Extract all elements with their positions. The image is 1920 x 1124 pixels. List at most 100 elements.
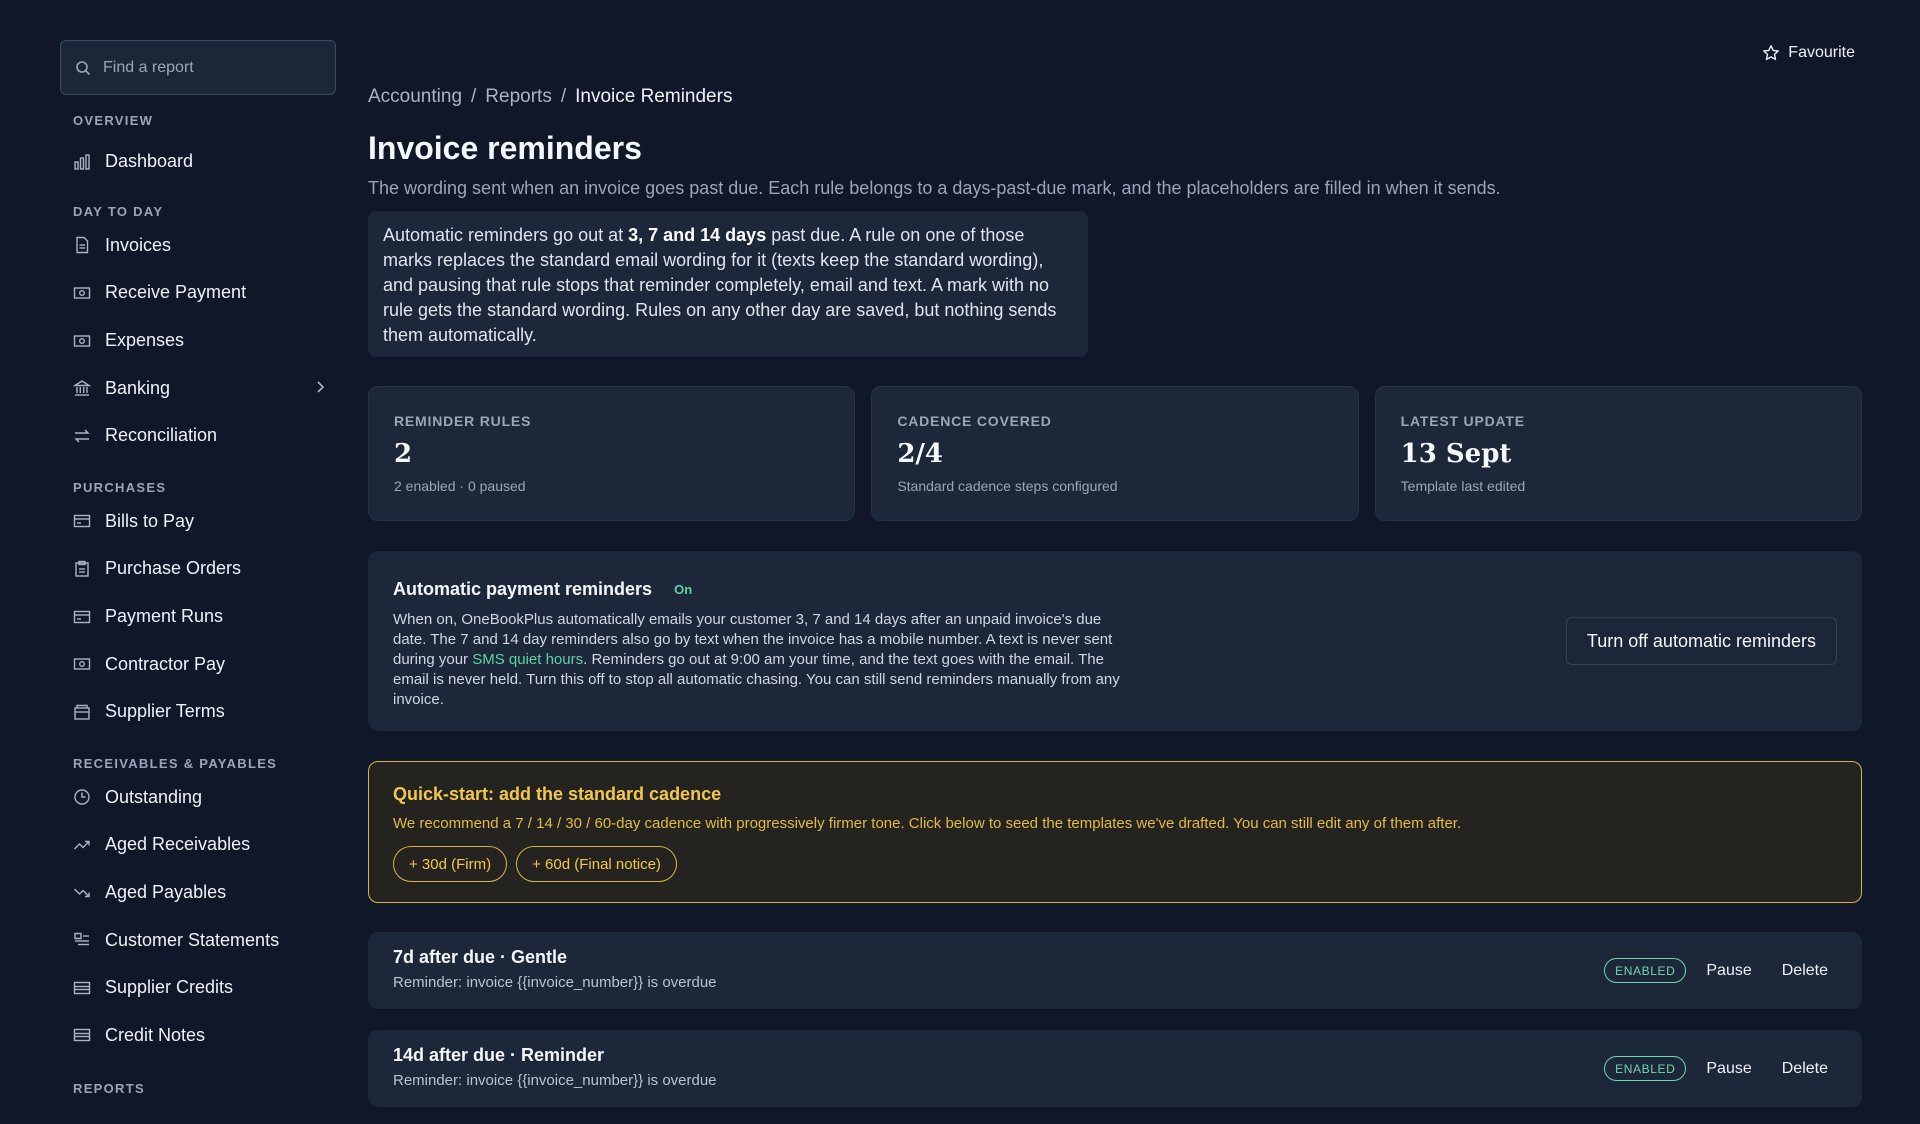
section-label-reports: REPORTS <box>73 1081 145 1097</box>
sidebar-item-label: Dashboard <box>105 151 194 172</box>
sidebar-item-expenses[interactable]: Expenses <box>60 317 336 365</box>
sidebar-item-payment-runs[interactable]: Payment Runs <box>60 593 336 641</box>
status-badge: ENABLED <box>1604 958 1687 983</box>
favourite-button[interactable]: Favourite <box>1762 44 1855 62</box>
sidebar: Find a report OVERVIEW Dashboard DAY TO … <box>0 0 348 1124</box>
arrows-swap-icon <box>73 427 91 445</box>
auto-reminders-title: Automatic payment reminders <box>393 579 653 599</box>
sidebar-item-bills-to-pay[interactable]: Bills to Pay <box>60 498 336 546</box>
page-subtitle: The wording sent when an invoice goes pa… <box>368 178 1501 198</box>
section-label-purchases: PURCHASES <box>73 479 167 495</box>
delete-button[interactable]: Delete <box>1782 962 1828 980</box>
sidebar-item-label: Credit Notes <box>105 1024 206 1045</box>
sidebar-item-contractor-pay[interactable]: Contractor Pay <box>60 640 336 688</box>
sidebar-item-label: Receive Payment <box>105 282 247 303</box>
statement-icon <box>73 931 91 949</box>
sidebar-item-label: Supplier Credits <box>105 977 234 998</box>
quick-start-title: Quick-start: add the standard cadence <box>393 784 722 804</box>
sidebar-item-label: Aged Receivables <box>105 834 251 855</box>
add-60d-final-notice-button[interactable]: + 60d (Final notice) <box>516 846 677 882</box>
sidebar-item-label: Outstanding <box>105 786 203 807</box>
add-30d-firm-button[interactable]: + 30d (Firm) <box>393 846 508 882</box>
section-label-receivables-payables: RECEIVABLES & PAYABLES <box>73 755 278 771</box>
sidebar-item-label: Banking <box>105 377 171 398</box>
quick-start-description: We recommend a 7 / 14 / 30 / 60-day cade… <box>393 815 1462 832</box>
breadcrumb-item-accounting[interactable]: Accounting <box>368 86 462 107</box>
sidebar-item-dashboard[interactable]: Dashboard <box>60 138 336 186</box>
page-title: Invoice reminders <box>368 130 642 166</box>
stat-note: Standard cadence steps configured <box>897 478 1118 494</box>
pause-button[interactable]: Pause <box>1706 962 1751 980</box>
sidebar-item-outstanding[interactable]: Outstanding <box>60 774 336 822</box>
sidebar-item-customer-statements[interactable]: Customer Statements <box>60 916 336 964</box>
stat-value: 13 Sept <box>1400 439 1512 469</box>
breadcrumb: Accounting / Reports / Invoice Reminders <box>368 86 732 108</box>
sidebar-item-label: Contractor Pay <box>105 653 226 674</box>
stat-note: 2 enabled · 0 paused <box>394 478 526 494</box>
breadcrumb-item-current: Invoice Reminders <box>575 86 733 107</box>
rule-card-14d: 14d after due · Reminder Reminder: invoi… <box>368 1030 1862 1107</box>
turn-off-reminders-button[interactable]: Turn off automatic reminders <box>1565 617 1837 665</box>
auto-reminders-panel: Automatic payment reminders On When on, … <box>368 551 1862 731</box>
info-callout: Automatic reminders go out at 3, 7 and 1… <box>368 211 1088 357</box>
stat-value: 2 <box>394 439 413 469</box>
sidebar-item-label: Aged Payables <box>105 882 227 903</box>
sidebar-item-label: Reconciliation <box>105 425 218 446</box>
sidebar-item-reconciliation[interactable]: Reconciliation <box>60 412 336 460</box>
stats-row: REMINDER RULES 2 2 enabled · 0 paused CA… <box>368 386 1862 521</box>
search-input[interactable]: Find a report <box>60 40 336 95</box>
bank-icon <box>73 379 91 397</box>
trend-up-icon <box>73 836 91 854</box>
breadcrumb-separator: / <box>560 86 567 107</box>
sidebar-item-receive-payment[interactable]: Receive Payment <box>60 269 336 317</box>
card-icon <box>73 608 91 626</box>
sidebar-item-supplier-credits[interactable]: Supplier Credits <box>60 964 336 1012</box>
sidebar-item-label: Payment Runs <box>105 606 224 627</box>
sidebar-item-label: Customer Statements <box>105 929 280 950</box>
sidebar-item-credit-notes[interactable]: Credit Notes <box>60 1012 336 1060</box>
sidebar-item-aged-payables[interactable]: Aged Payables <box>60 869 336 917</box>
sms-quiet-hours-link[interactable]: SMS quiet hours <box>472 651 583 668</box>
document-icon <box>73 236 91 254</box>
sidebar-item-label: Bills to Pay <box>105 510 195 531</box>
sidebar-item-supplier-terms[interactable]: Supplier Terms <box>60 688 336 736</box>
search-placeholder: Find a report <box>103 58 194 76</box>
sidebar-item-invoices[interactable]: Invoices <box>60 222 336 270</box>
stat-label: REMINDER RULES <box>394 413 532 429</box>
bar-chart-icon <box>73 153 91 171</box>
sidebar-item-label: Purchase Orders <box>105 558 242 579</box>
sidebar-item-banking[interactable]: Banking <box>60 364 336 412</box>
info-text-bold: 3, 7 and 14 days <box>628 225 767 245</box>
sidebar-item-label: Invoices <box>105 234 172 255</box>
stat-label: LATEST UPDATE <box>1400 413 1525 429</box>
section-label-day-to-day: DAY TO DAY <box>73 203 164 219</box>
list-icon <box>73 979 91 997</box>
sidebar-item-aged-receivables[interactable]: Aged Receivables <box>60 821 336 869</box>
clock-icon <box>73 788 91 806</box>
breadcrumb-item-reports[interactable]: Reports <box>485 86 552 107</box>
search-icon <box>76 60 91 75</box>
delete-button[interactable]: Delete <box>1782 1060 1828 1078</box>
stat-card-latest-update: LATEST UPDATE 13 Sept Template last edit… <box>1374 386 1862 521</box>
sidebar-item-label: Supplier Terms <box>105 701 225 722</box>
main-content: Favourite Accounting / Reports / Invoice Rem… <box>368 0 1862 1124</box>
banknote-icon <box>73 332 91 350</box>
clipboard-icon <box>73 560 91 578</box>
rule-card-7d: 7d after due · Gentle Reminder: invoice … <box>368 932 1862 1009</box>
list-icon <box>73 1026 91 1044</box>
pause-button[interactable]: Pause <box>1706 1060 1751 1078</box>
auto-reminders-description: When on, OneBookPlus automatically email… <box>393 610 1133 710</box>
sidebar-item-purchase-orders[interactable]: Purchase Orders <box>60 545 336 593</box>
stat-card-cadence-covered: CADENCE COVERED 2/4 Standard cadence ste… <box>871 386 1359 521</box>
stat-card-reminder-rules: REMINDER RULES 2 2 enabled · 0 paused <box>368 386 856 521</box>
status-badge: On <box>674 582 693 597</box>
breadcrumb-separator: / <box>471 86 477 107</box>
chevron-right-icon[interactable] <box>314 379 326 395</box>
sidebar-item-label: Expenses <box>105 330 185 351</box>
trend-down-icon <box>73 884 91 902</box>
banknote-icon <box>73 284 91 302</box>
favourite-label: Favourite <box>1788 44 1855 61</box>
info-text-prefix: Automatic reminders go out at <box>383 225 629 245</box>
star-icon <box>1763 45 1780 61</box>
stat-value: 2/4 <box>897 439 944 469</box>
